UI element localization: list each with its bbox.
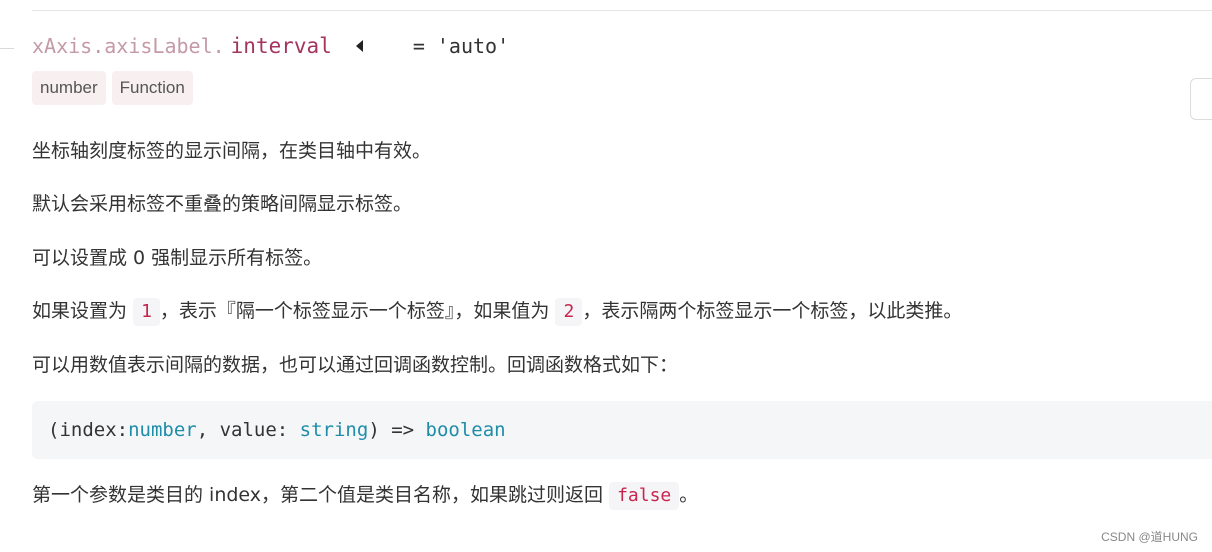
- type-tag-function: Function: [111, 71, 193, 105]
- code-token-3: , value:: [196, 419, 300, 441]
- description-paragraph-3: 可以设置成 0 强制显示所有标签。: [32, 247, 323, 269]
- description-paragraph-5: 可以用数值表示间隔的数据，也可以通过回调函数控制。回调函数格式如下：: [32, 354, 679, 376]
- type-tag-number: number: [32, 71, 106, 105]
- paragraph-6-text-2: 。: [679, 484, 699, 506]
- inline-code-2: 2: [555, 298, 583, 326]
- code-token-type-boolean: boolean: [425, 419, 506, 441]
- default-value: = 'auto': [412, 34, 510, 58]
- inline-code-1: 1: [133, 298, 160, 326]
- code-token-type-string: string: [299, 419, 369, 441]
- paragraph-6-text-1: 第一个参数是类目的 index，第二个值是类目名称，如果跳过则返回: [32, 484, 604, 506]
- side-panel-edge[interactable]: [1190, 78, 1212, 120]
- description-paragraph-4: 如果设置为 1 ，表示『隔一个标签显示一个标签』，如果值为 2 ，表示隔两个标签显示…: [32, 296, 962, 326]
- description-paragraph-2: 默认会采用标签不重叠的策略间隔显示标签。: [32, 193, 413, 215]
- paragraph-4-text-2: ，表示『隔一个标签显示一个标签』，如果值为: [159, 300, 550, 322]
- description-paragraph-6: 第一个参数是类目的 index，第二个值是类目名称，如果跳过则返回 false。: [32, 480, 698, 510]
- code-block: (index:number, value: string) => boolean: [32, 401, 1212, 459]
- top-divider: [32, 10, 1212, 11]
- left-divider-tick: [0, 48, 14, 49]
- caret-left-icon[interactable]: [355, 40, 363, 52]
- paragraph-4-text-3: ，表示隔两个标签显示一个标签，以此类推。: [582, 300, 963, 322]
- paragraph-4-text-1: 如果设置为: [32, 300, 128, 322]
- code-token-type-number: number: [128, 419, 197, 441]
- inline-code-false: false: [609, 482, 680, 510]
- property-name: interval: [230, 34, 332, 58]
- description-paragraph-1: 坐标轴刻度标签的显示间隔，在类目轴中有效。: [32, 140, 432, 162]
- type-tags: number Function: [32, 71, 199, 105]
- code-token-5: ) =>: [368, 419, 426, 441]
- property-path: xAxis.axisLabel.: [32, 34, 225, 58]
- watermark: CSDN @道HUNG: [1101, 530, 1198, 544]
- code-token-1: (index:: [48, 419, 129, 441]
- property-header: xAxis.axisLabel. interval = 'auto': [32, 34, 509, 66]
